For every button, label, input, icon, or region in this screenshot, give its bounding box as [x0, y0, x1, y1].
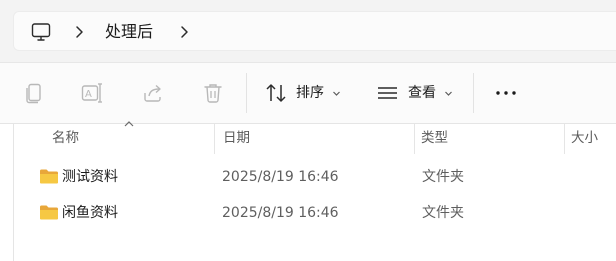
column-resize-handle[interactable]: [564, 124, 565, 154]
breadcrumb-current-folder[interactable]: 处理后: [105, 21, 153, 43]
column-header-size[interactable]: 大小: [571, 128, 598, 148]
sort-ascending-icon: [124, 121, 134, 127]
computer-monitor-icon[interactable]: [30, 21, 52, 43]
column-header-name[interactable]: 名称: [52, 128, 79, 148]
column-header-row: 名称 日期 类型 大小: [0, 121, 616, 261]
sort-updown-icon: [266, 84, 286, 102]
more-ellipsis-icon[interactable]: [494, 81, 518, 105]
file-type: 文件夹: [422, 205, 464, 221]
file-row[interactable]: 测试资料 2025/8/19 16:46 文件夹: [14, 160, 616, 194]
chevron-right-icon[interactable]: [177, 24, 191, 40]
toolbar-divider: [246, 73, 247, 113]
column-resize-handle[interactable]: [414, 124, 415, 154]
file-row[interactable]: 闲鱼资料 2025/8/19 16:46 文件夹: [14, 196, 616, 230]
share-icon[interactable]: [141, 81, 165, 105]
sort-button[interactable]: 排序: [264, 80, 344, 106]
chevron-right-icon[interactable]: [72, 24, 86, 40]
address-region: 处理后: [0, 0, 616, 62]
toolbar-divider: [473, 73, 474, 113]
chevron-down-icon: [333, 91, 340, 96]
file-date: 2025/8/19 16:46: [222, 205, 339, 221]
column-header-type[interactable]: 类型: [421, 128, 448, 148]
rename-icon[interactable]: A: [80, 81, 104, 105]
address-bar[interactable]: 处理后: [13, 11, 616, 51]
column-header-date[interactable]: 日期: [223, 128, 250, 148]
file-name[interactable]: 测试资料: [62, 167, 118, 187]
svg-text:A: A: [85, 89, 92, 100]
column-resize-handle[interactable]: [214, 124, 215, 154]
chevron-down-icon: [445, 91, 452, 96]
sort-label: 排序: [296, 85, 324, 101]
file-date: 2025/8/19 16:46: [222, 169, 339, 185]
delete-icon[interactable]: [201, 81, 225, 105]
file-name[interactable]: 闲鱼资料: [62, 203, 118, 223]
copy-icon[interactable]: [22, 81, 46, 105]
view-lines-icon: [378, 87, 397, 99]
folder-icon: [40, 205, 58, 220]
file-type: 文件夹: [422, 169, 464, 185]
command-bar: A 排序 查看: [0, 62, 616, 124]
folder-icon: [40, 169, 58, 184]
view-label: 查看: [408, 85, 436, 101]
view-button[interactable]: 查看: [376, 80, 456, 106]
